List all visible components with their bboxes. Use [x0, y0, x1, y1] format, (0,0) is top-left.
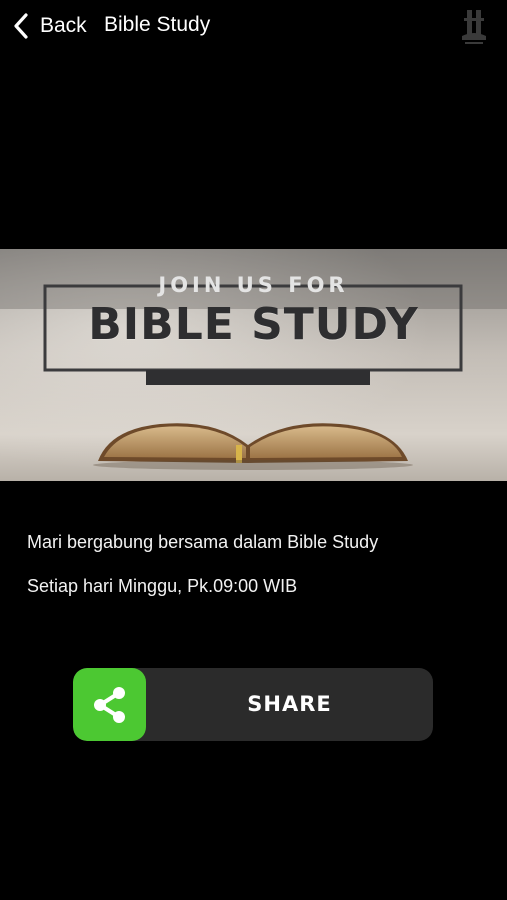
- church-logo-icon: [459, 8, 489, 48]
- schedule-line: Setiap hari Minggu, Pk.09:00 WIB: [27, 576, 298, 596]
- banner-kicker-text: JOIN US FOR: [158, 273, 349, 297]
- page-title: Bible Study: [104, 13, 211, 36]
- bible-study-banner: JOIN US FOR BIBLE STUDY: [0, 249, 507, 481]
- description-line: Mari bergabung bersama dalam Bible Study: [27, 532, 379, 552]
- back-button[interactable]: Back: [8, 8, 87, 44]
- event-description: Mari bergabung bersama dalam Bible Study…: [27, 529, 487, 617]
- banner-headline-text: BIBLE STUDY: [88, 299, 419, 350]
- share-icon: [73, 668, 146, 741]
- share-button[interactable]: SHARE: [73, 668, 433, 741]
- chevron-left-icon: [8, 11, 34, 41]
- navigation-bar: Back Bible Study: [0, 0, 507, 52]
- back-label: Back: [40, 14, 87, 37]
- share-label: SHARE: [247, 692, 332, 716]
